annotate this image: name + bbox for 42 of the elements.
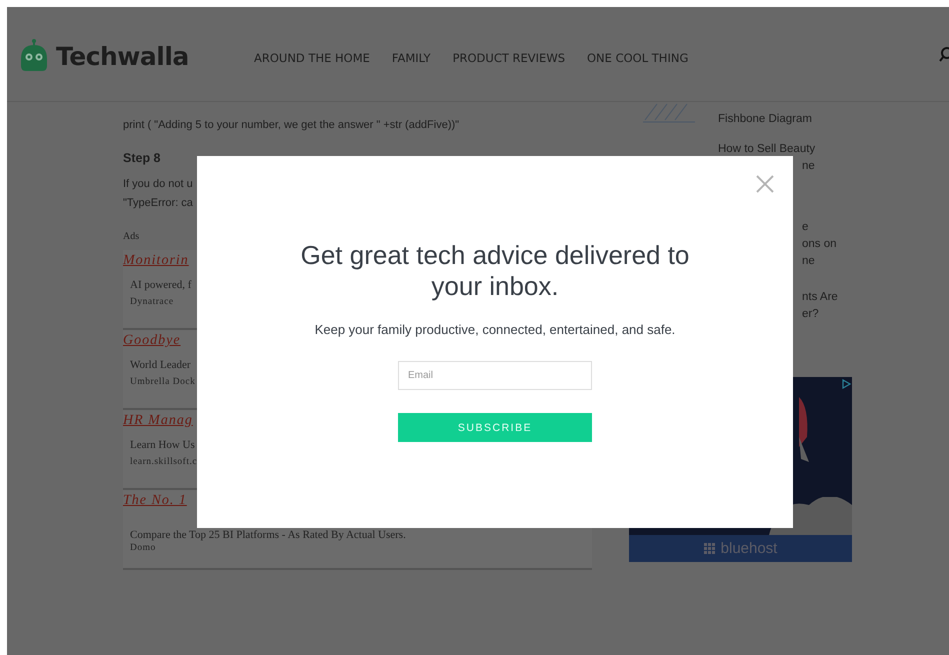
related-article-link[interactable]: ons on	[802, 236, 837, 253]
ad-choices-icon[interactable]	[841, 379, 851, 389]
email-field[interactable]: Email	[398, 361, 592, 390]
robot-logo-icon[interactable]	[18, 39, 50, 73]
ad-source: Umbrella Dock	[130, 377, 196, 387]
article-text: "TypeError: ca	[123, 197, 194, 209]
search-icon[interactable]	[939, 47, 949, 63]
ad-source: Domo	[130, 543, 156, 553]
modal-subtitle: Keep your family productive, connected, entertained, and safe.	[314, 322, 676, 337]
ad-description: World Leader	[130, 359, 190, 371]
banner-brand-bar[interactable]: bluehost	[629, 535, 852, 562]
rocket-drawing	[799, 397, 810, 463]
ad-title-link[interactable]: Goodbye	[123, 333, 181, 349]
ad-title-link[interactable]: HR Manag	[123, 413, 193, 429]
related-article-link[interactable]: How to Sell Beauty	[718, 141, 816, 158]
related-article-link[interactable]: nts Are	[802, 289, 838, 306]
step-heading: Step 8	[123, 151, 162, 165]
grid-logo-icon	[704, 542, 716, 554]
subscribe-button[interactable]: SUBSCRIBE	[398, 413, 592, 442]
ad-source: learn.skillsoft.c	[130, 457, 198, 467]
ads-label: Ads	[123, 231, 140, 242]
ad-description: Compare the Top 25 BI Platforms - As Rated By Actual Users.	[130, 529, 406, 541]
related-article-link[interactable]: er?	[802, 306, 819, 323]
nav-link[interactable]: AROUND THE HOME	[254, 51, 370, 65]
site-logo-text[interactable]: Techwalla	[56, 42, 189, 70]
ad-description: AI powered, f	[130, 279, 192, 291]
code-line: print ( "Adding 5 to your number, we get the answer " +str (addFive))"	[123, 119, 460, 131]
ad-title-link[interactable]: The No. 1	[123, 493, 187, 509]
related-article-link[interactable]: ne	[802, 253, 815, 270]
ad-source: Dynatrace	[130, 297, 174, 307]
close-icon[interactable]	[756, 175, 774, 193]
ad-description: Learn How Us	[130, 439, 195, 451]
brand-name: bluehost	[720, 540, 778, 557]
related-article-link[interactable]: e	[802, 219, 808, 236]
article-text: If you do not u	[123, 178, 194, 190]
nav-link[interactable]: ONE COOL THING	[587, 51, 688, 65]
related-article-link[interactable]: Fishbone Diagram	[718, 111, 812, 128]
ad-title-link[interactable]: Monitorin	[123, 253, 189, 269]
nav-link[interactable]: FAMILY	[392, 51, 431, 65]
related-article-link[interactable]: ne	[802, 158, 815, 175]
nav-link[interactable]: PRODUCT REVIEWS	[452, 51, 565, 65]
modal-heading: Get great tech advice delivered to your inbox.	[300, 240, 690, 302]
